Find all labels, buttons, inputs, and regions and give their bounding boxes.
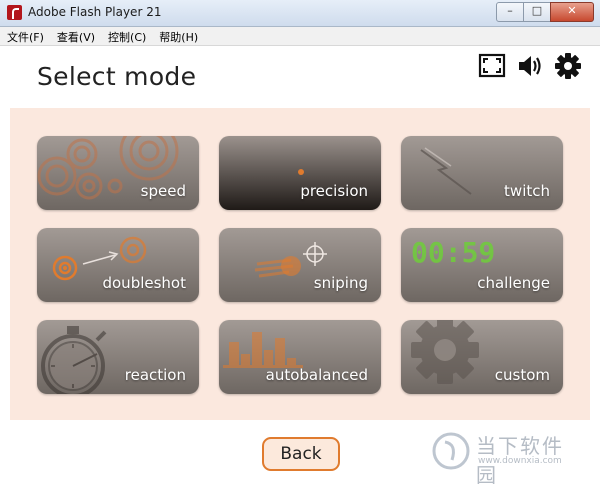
menu-control[interactable]: 控制(C): [101, 27, 152, 45]
gear-icon[interactable]: [554, 52, 582, 80]
mode-label: sniping: [313, 274, 368, 292]
watermark-logo-icon: [432, 432, 470, 470]
flash-player-icon: [7, 5, 22, 20]
mode-twitch-button[interactable]: twitch: [401, 136, 563, 210]
minimize-button[interactable]: –: [496, 2, 524, 22]
mode-autobalanced-button[interactable]: autobalanced: [219, 320, 381, 394]
mode-label: doubleshot: [102, 274, 186, 292]
timer-digits: 00:59: [411, 236, 495, 269]
fullscreen-icon[interactable]: [478, 52, 506, 80]
mode-precision-button[interactable]: precision: [219, 136, 381, 210]
mode-label: autobalanced: [265, 366, 368, 384]
mode-sniping-button[interactable]: sniping: [219, 228, 381, 302]
title-bar[interactable]: Adobe Flash Player 21 – □ ✕: [0, 0, 600, 27]
menu-bar: 文件(F) 查看(V) 控制(C) 帮助(H): [0, 27, 600, 46]
close-icon: ✕: [567, 4, 577, 17]
mode-panel: speed precision twitch doubleshot snipin…: [10, 108, 590, 420]
maximize-icon: □: [531, 4, 543, 17]
mode-custom-button[interactable]: custom: [401, 320, 563, 394]
menu-view[interactable]: 查看(V): [50, 27, 101, 45]
mode-challenge-button[interactable]: 00:59 challenge: [401, 228, 563, 302]
toolbar: [478, 52, 582, 80]
mode-label: twitch: [504, 182, 550, 200]
back-button[interactable]: Back: [262, 437, 340, 471]
menu-help[interactable]: 帮助(H): [152, 27, 204, 45]
mode-doubleshot-button[interactable]: doubleshot: [37, 228, 199, 302]
mode-label: speed: [140, 182, 186, 200]
volume-icon[interactable]: [516, 52, 544, 80]
page-title: Select mode: [37, 62, 197, 91]
mode-speed-button[interactable]: speed: [37, 136, 199, 210]
close-button[interactable]: ✕: [550, 2, 594, 22]
watermark-url: www.downxia.com: [478, 456, 562, 466]
watermark: 当下软件园 www.downxia.com: [432, 428, 582, 487]
menu-file[interactable]: 文件(F): [0, 27, 50, 45]
minimize-icon: –: [507, 4, 513, 17]
mode-label: challenge: [477, 274, 550, 292]
window-title: Adobe Flash Player 21: [28, 5, 162, 19]
mode-label: reaction: [124, 366, 186, 384]
window-controls: – □ ✕: [496, 2, 594, 22]
mode-label: custom: [494, 366, 550, 384]
maximize-button[interactable]: □: [523, 2, 551, 22]
mode-label: precision: [300, 182, 368, 200]
mode-reaction-button[interactable]: reaction: [37, 320, 199, 394]
